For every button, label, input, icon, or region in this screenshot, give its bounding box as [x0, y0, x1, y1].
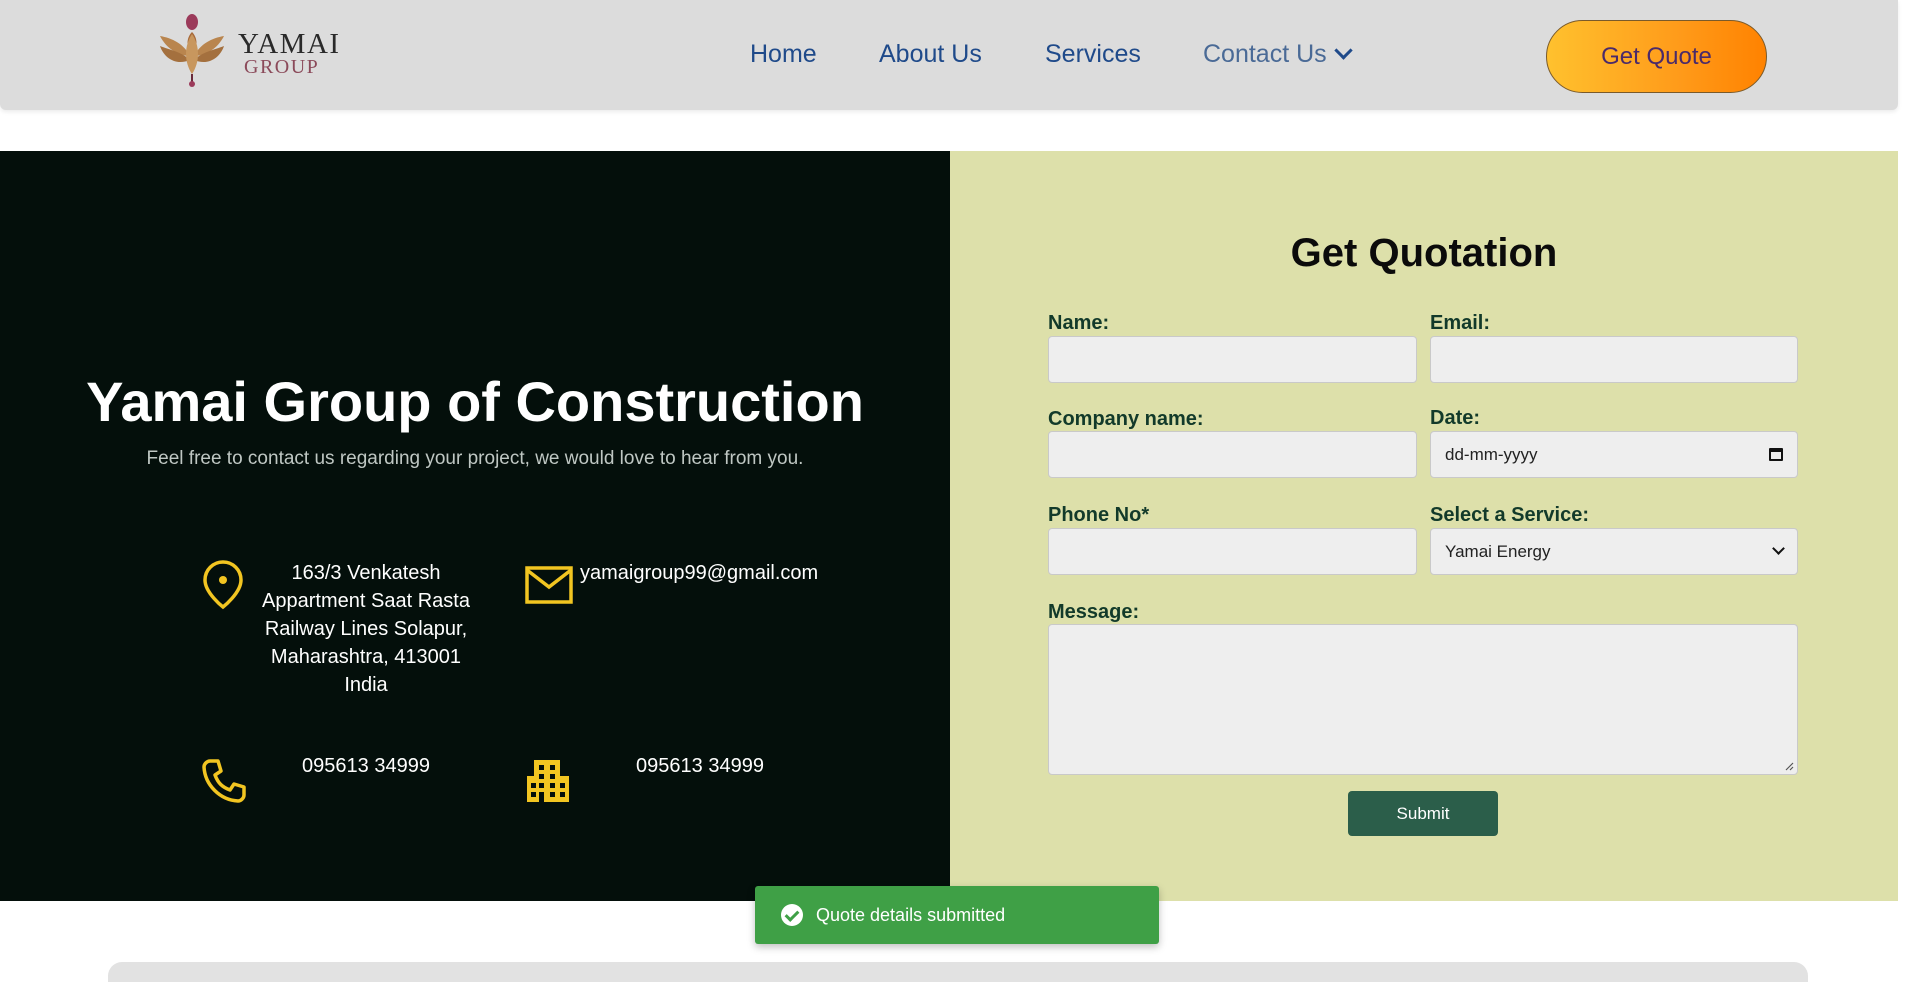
company-name-label: Company name: — [1048, 408, 1204, 430]
footer-edge — [108, 962, 1808, 982]
brand-logo[interactable]: YAMAI GROUP — [156, 12, 346, 90]
check-circle-icon — [781, 904, 803, 926]
contact-info-panel: Yamai Group of Construction Feel free to… — [0, 151, 950, 901]
name-label: Name: — [1048, 312, 1110, 334]
company-subtitle: Feel free to contact us regarding your p… — [146, 448, 804, 469]
date-input[interactable]: dd-mm-yyyy — [1430, 431, 1798, 478]
date-label: Date: — [1430, 407, 1481, 429]
brand-subname: GROUP — [244, 56, 320, 78]
name-input[interactable] — [1048, 336, 1417, 383]
email-label: Email: — [1430, 312, 1491, 334]
address-line: Railway Lines Solapur, — [264, 618, 468, 640]
nav-about-us[interactable]: About Us — [879, 40, 982, 69]
quotation-form-panel: Get Quotation Name: Email: Company name:… — [950, 151, 1898, 901]
phone-input[interactable] — [1048, 528, 1417, 575]
nav-home[interactable]: Home — [750, 40, 817, 69]
submit-button[interactable]: Submit — [1348, 791, 1498, 836]
chevron-down-icon — [1333, 41, 1353, 60]
resize-grip-icon[interactable] — [1784, 761, 1794, 771]
service-select[interactable]: Yamai Energy — [1430, 528, 1798, 575]
address-line: 163/3 Venkatesh — [291, 562, 441, 584]
success-toast: Quote details submitted — [755, 886, 1159, 944]
email-address[interactable]: yamaigroup99@gmail.com — [580, 559, 818, 587]
nav-contact-us-label: Contact Us — [1203, 40, 1327, 68]
company-name-input[interactable] — [1048, 431, 1417, 478]
form-title: Get Quotation — [1290, 231, 1558, 275]
lotus-icon — [160, 14, 224, 87]
message-textarea[interactable] — [1048, 624, 1798, 775]
mail-icon — [525, 566, 573, 604]
address-line: Appartment Saat Rasta — [262, 590, 470, 612]
nav-services[interactable]: Services — [1045, 40, 1141, 69]
address-line: Maharashtra, 413001 — [270, 646, 462, 668]
building-icon — [527, 760, 569, 802]
service-selected-value: Yamai Energy — [1445, 541, 1551, 561]
address-line: India — [344, 674, 388, 696]
location-pin-icon — [203, 560, 243, 610]
phone-number[interactable]: 095613 34999 — [276, 752, 456, 780]
site-header: YAMAI GROUP Home About Us Services Conta… — [0, 0, 1898, 110]
date-placeholder: dd-mm-yyyy — [1445, 444, 1538, 464]
address-block: 163/3 Venkatesh Appartment Saat Rasta Ra… — [246, 559, 486, 699]
toast-message: Quote details submitted — [816, 904, 1006, 925]
calendar-icon[interactable] — [1769, 448, 1783, 461]
get-quote-button[interactable]: Get Quote — [1546, 20, 1767, 93]
email-input[interactable] — [1430, 336, 1798, 383]
company-title: Yamai Group of Construction — [86, 370, 864, 433]
phone-icon — [202, 759, 246, 803]
message-label: Message: — [1048, 601, 1140, 623]
office-phone-number[interactable]: 095613 34999 — [610, 752, 790, 780]
service-label: Select a Service: — [1430, 504, 1589, 526]
chevron-down-icon — [1772, 542, 1785, 555]
phone-label: Phone No* — [1048, 504, 1150, 526]
nav-contact-us[interactable]: Contact Us — [1203, 40, 1353, 69]
